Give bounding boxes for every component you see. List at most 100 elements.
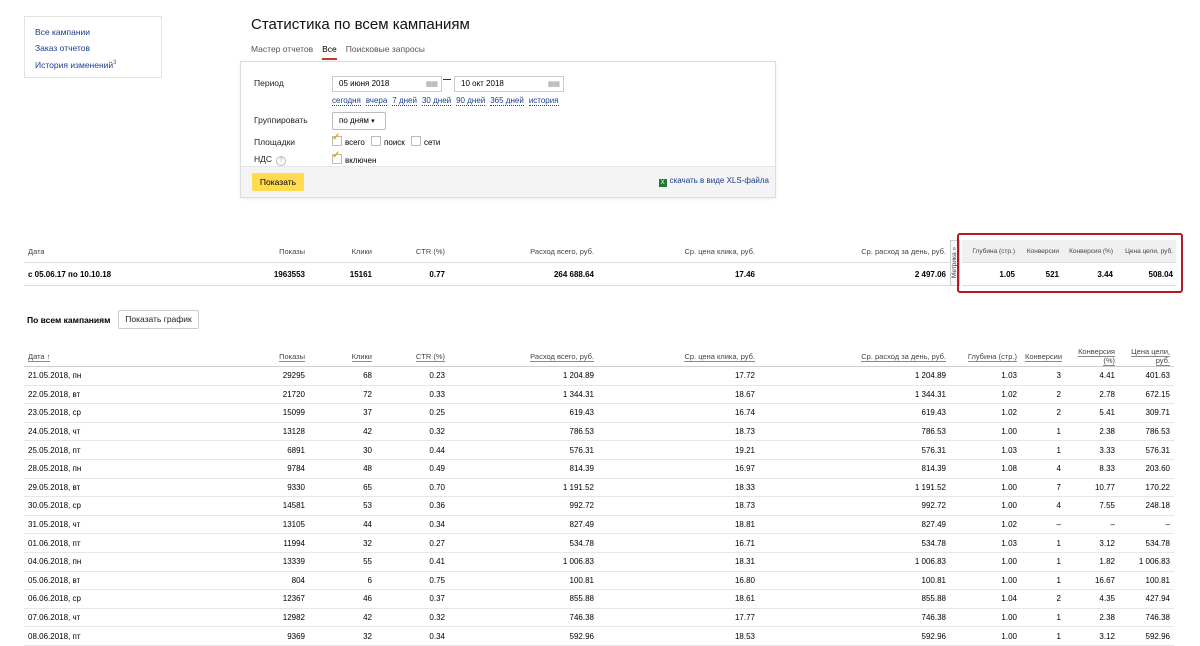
cell-avg-cpc: 19.21 — [598, 440, 759, 460]
cell-date: 08.06.2018, пт — [24, 626, 184, 646]
platform-search-label: поиск — [384, 138, 405, 147]
column-header-avg-cpc[interactable]: Ср. цена клика, руб. — [684, 351, 755, 362]
help-icon[interactable]: ? — [276, 156, 287, 166]
quick-period-links: сегодня вчера 7 дней 30 дней 90 дней 365… — [332, 96, 559, 106]
quick-period-history[interactable]: история — [528, 96, 559, 106]
quick-period-7-days[interactable]: 7 дней — [392, 96, 417, 106]
daily-stats-table: Дата ↑ Показы Клики CTR (%) Расход всего… — [24, 346, 1174, 646]
column-header-impressions[interactable]: Показы — [279, 351, 305, 362]
cell-goal-cost: 746.38 — [1119, 608, 1174, 628]
cell-goal-cost: 786.53 — [1119, 422, 1174, 442]
cell-impressions: 9369 — [184, 626, 309, 646]
column-header-depth[interactable]: Глубина (стр.) — [967, 351, 1017, 362]
platform-networks-checkbox[interactable] — [411, 136, 422, 146]
cell-depth: 1.00 — [950, 608, 1021, 628]
cell-conversions: 3 — [1021, 366, 1065, 386]
platform-all-label: всего — [345, 138, 365, 147]
quick-period-90-days[interactable]: 90 дней — [456, 96, 486, 106]
cell-goal-cost: 576.31 — [1119, 440, 1174, 460]
sidebar-link-history[interactable]: История изменений3 — [35, 56, 151, 73]
cell-ctr: 0.27 — [376, 533, 449, 553]
calendar-icon[interactable]: ▦▦ — [426, 80, 438, 88]
table-row: 29.05.2018, вт 9330 65 0.70 1 191.52 18.33 1 1… — [24, 478, 1174, 498]
cell-ctr: 0.37 — [376, 589, 449, 609]
quick-period-365-days[interactable]: 365 дней — [490, 96, 524, 106]
cell-impressions: 9784 — [184, 459, 309, 479]
cell-conv-rate: 2.38 — [1065, 422, 1119, 442]
cell-ctr: 0.32 — [376, 608, 449, 628]
group-label: Группировать — [254, 115, 308, 125]
tab-report-master[interactable]: Мастер отчетов — [251, 44, 313, 60]
table-row: 05.06.2018, вт 804 6 0.75 100.81 16.80 100.81 1… — [24, 571, 1174, 591]
cell-clicks: 72 — [309, 385, 376, 405]
tab-all[interactable]: Все — [322, 44, 337, 60]
cell-clicks: 53 — [309, 496, 376, 516]
column-header-clicks[interactable]: Клики — [351, 351, 372, 362]
date-to-input[interactable]: 10 окт 2018 ▦▦ — [454, 76, 564, 92]
summary-header-row: Дата Показы Клики CTR (%) Расход всего, … — [24, 240, 950, 263]
cell-clicks: 42 — [309, 422, 376, 442]
tab-search-queries[interactable]: Поисковые запросы — [346, 44, 425, 60]
quick-period-30-days[interactable]: 30 дней — [421, 96, 452, 106]
sidebar-link-all-campaigns[interactable]: Все кампании — [35, 25, 151, 41]
summary-avg-cpc: 17.46 — [598, 262, 759, 286]
cell-impressions: 29295 — [184, 366, 309, 386]
table-body: 21.05.2018, пн 29295 68 0.23 1 204.89 17.72 1 … — [24, 366, 1174, 646]
summary-avg-daily: 2 497.06 — [759, 262, 950, 286]
cell-avg-daily: 814.39 — [759, 459, 950, 479]
vat-label-wrap: НДС? — [254, 154, 287, 166]
platform-search-checkbox[interactable] — [371, 136, 382, 146]
table-row: 22.05.2018, вт 21720 72 0.33 1 344.31 18.67 1 … — [24, 385, 1174, 405]
column-header-date[interactable]: Дата ↑ — [28, 351, 51, 362]
cell-goal-cost: 203.60 — [1119, 459, 1174, 479]
calendar-icon[interactable]: ▦▦ — [548, 80, 560, 88]
cell-avg-daily: 992.72 — [759, 496, 950, 516]
date-from-input[interactable]: 05 июня 2018 ▦▦ — [332, 76, 442, 92]
cell-date: 01.06.2018, пт — [24, 533, 184, 553]
cell-spend: 1 344.31 — [449, 385, 598, 405]
cell-clicks: 46 — [309, 589, 376, 609]
cell-spend: 1 191.52 — [449, 478, 598, 498]
date-from-value: 05 июня 2018 — [339, 79, 390, 88]
cell-clicks: 55 — [309, 552, 376, 572]
column-header-conversions[interactable]: Конверсии — [1025, 351, 1063, 362]
section-title: По всем кампаниям — [27, 315, 111, 325]
cell-clicks: 30 — [309, 440, 376, 460]
summary-ctr: 0.77 — [376, 262, 449, 286]
table-row: 24.05.2018, чт 13128 42 0.32 786.53 18.73 786.… — [24, 422, 1174, 442]
column-header-conv-rate[interactable]: Конверсия (%) — [1078, 347, 1115, 366]
show-graph-button[interactable]: Показать график — [118, 310, 199, 329]
quick-period-today[interactable]: сегодня — [332, 96, 361, 106]
cell-conversions: 1 — [1021, 626, 1065, 646]
cell-date: 05.06.2018, вт — [24, 571, 184, 591]
cell-avg-daily: 592.96 — [759, 626, 950, 646]
cell-conv-rate: 4.41 — [1065, 366, 1119, 386]
platform-all-checkbox[interactable] — [332, 132, 342, 146]
cell-clicks: 6 — [309, 571, 376, 591]
sidebar-link-order-reports[interactable]: Заказ отчетов — [35, 41, 151, 57]
table-header-row: Дата ↑ Показы Клики CTR (%) Расход всего… — [24, 346, 1174, 367]
cell-avg-daily: 827.49 — [759, 515, 950, 535]
cell-conv-rate: 3.12 — [1065, 626, 1119, 646]
summary-header-avg-daily: Ср. расход за день, руб. — [861, 246, 946, 256]
cell-avg-cpc: 18.31 — [598, 552, 759, 572]
column-header-avg-daily[interactable]: Ср. расход за день, руб. — [861, 351, 946, 362]
column-header-spend[interactable]: Расход всего, руб. — [530, 351, 594, 362]
cell-depth: 1.03 — [950, 440, 1021, 460]
quick-period-yesterday[interactable]: вчера — [365, 96, 388, 106]
download-xls-link[interactable]: Xскачать в виде XLS-файла — [658, 176, 769, 187]
cell-spend: 534.78 — [449, 533, 598, 553]
date-range-dash — [443, 79, 451, 80]
cell-avg-cpc: 18.73 — [598, 422, 759, 442]
cell-impressions: 12982 — [184, 608, 309, 628]
cell-avg-daily: 746.38 — [759, 608, 950, 628]
column-header-goal-cost[interactable]: Цена цели, руб. — [1131, 347, 1170, 366]
cell-ctr: 0.32 — [376, 422, 449, 442]
cell-avg-cpc: 18.33 — [598, 478, 759, 498]
vat-included-checkbox[interactable] — [332, 150, 342, 164]
show-button[interactable]: Показать — [252, 173, 304, 191]
group-by-select[interactable]: по дням ▾ — [332, 112, 386, 130]
column-header-ctr[interactable]: CTR (%) — [415, 351, 445, 362]
cell-avg-daily: 1 204.89 — [759, 366, 950, 386]
cell-date: 21.05.2018, пн — [24, 366, 184, 386]
